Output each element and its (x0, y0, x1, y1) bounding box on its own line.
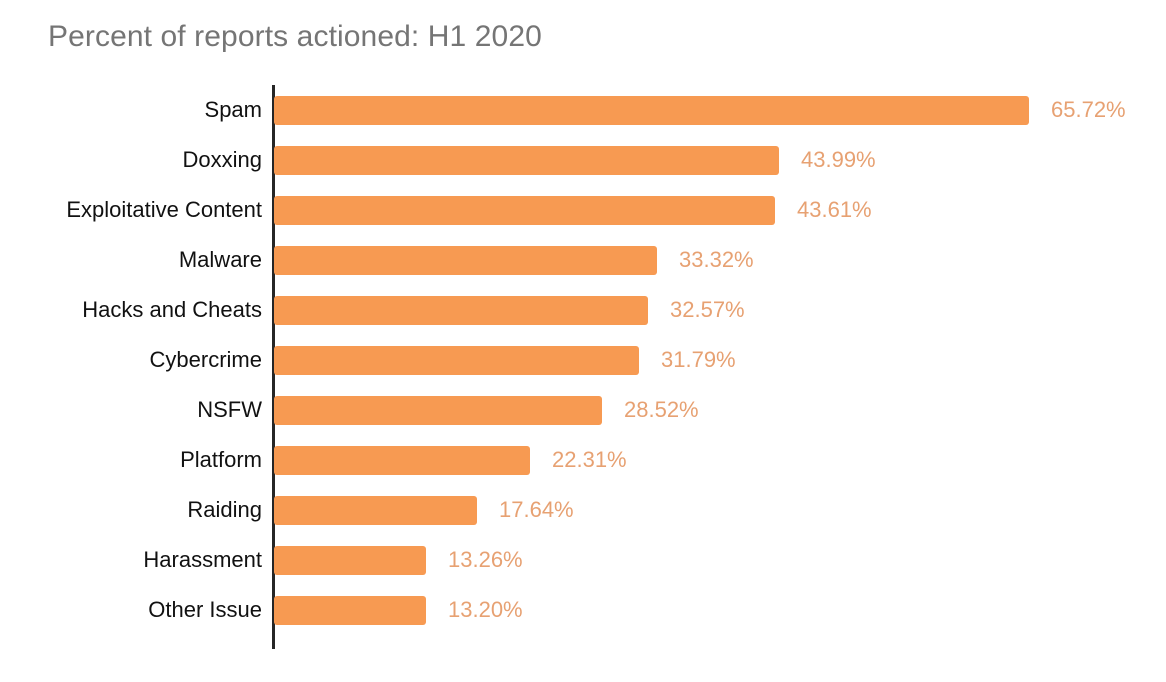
bar[interactable] (274, 596, 426, 625)
bar-track: 22.31% (274, 435, 1166, 485)
bar-row: Raiding 17.64% (0, 485, 1166, 535)
bar[interactable] (274, 346, 639, 375)
bar[interactable] (274, 296, 648, 325)
category-label: Exploitative Content (66, 197, 262, 222)
bar-track: 65.72% (274, 85, 1166, 135)
bar[interactable] (274, 196, 775, 225)
bar[interactable] (274, 496, 477, 525)
bar-value-label: 13.20% (448, 597, 523, 622)
bar-value-label: 32.57% (670, 297, 745, 322)
bar-value-label: 33.32% (679, 247, 754, 272)
bar-row: Harassment 13.26% (0, 535, 1166, 585)
bar-chart-plot-area: Spam 65.72% Doxxing 43.99% Exploitative Cont… (0, 0, 1166, 682)
bar-track: 13.26% (274, 535, 1166, 585)
bar-track: 31.79% (274, 335, 1166, 385)
category-label: Other Issue (148, 597, 262, 622)
category-label: Platform (180, 447, 262, 472)
bar-value-label: 31.79% (661, 347, 736, 372)
bar[interactable] (274, 146, 779, 175)
category-label: Hacks and Cheats (82, 297, 262, 322)
bar-row: NSFW 28.52% (0, 385, 1166, 435)
bar-row: Spam 65.72% (0, 85, 1166, 135)
bar-row: Other Issue 13.20% (0, 585, 1166, 635)
bar[interactable] (274, 246, 657, 275)
bar[interactable] (274, 96, 1029, 125)
category-label: NSFW (197, 397, 262, 422)
category-label: Spam (204, 97, 262, 122)
category-label: Doxxing (182, 147, 262, 172)
bar[interactable] (274, 396, 602, 425)
bar[interactable] (274, 446, 530, 475)
bar-track: 33.32% (274, 235, 1166, 285)
bar-value-label: 22.31% (552, 447, 627, 472)
bar-row: Cybercrime 31.79% (0, 335, 1166, 385)
bar-row: Exploitative Content 43.61% (0, 185, 1166, 235)
bar-value-label: 43.61% (797, 197, 872, 222)
bar-row: Platform 22.31% (0, 435, 1166, 485)
bar[interactable] (274, 546, 426, 575)
bar-value-label: 28.52% (624, 397, 699, 422)
bar-track: 43.61% (274, 185, 1166, 235)
bar-value-label: 13.26% (448, 547, 523, 572)
bar-track: 13.20% (274, 585, 1166, 635)
bar-value-label: 65.72% (1051, 97, 1126, 122)
category-label: Cybercrime (149, 347, 262, 372)
category-label: Raiding (187, 497, 262, 522)
category-label: Malware (178, 247, 262, 272)
bar-track: 43.99% (274, 135, 1166, 185)
bar-value-label: 17.64% (499, 497, 574, 522)
bar-track: 17.64% (274, 485, 1166, 535)
bar-value-label: 43.99% (801, 147, 876, 172)
bar-row: Doxxing 43.99% (0, 135, 1166, 185)
bar-track: 32.57% (274, 285, 1166, 335)
bar-row: Malware 33.32% (0, 235, 1166, 285)
category-label: Harassment (143, 547, 262, 572)
bar-row: Hacks and Cheats 32.57% (0, 285, 1166, 335)
bar-track: 28.52% (274, 385, 1166, 435)
